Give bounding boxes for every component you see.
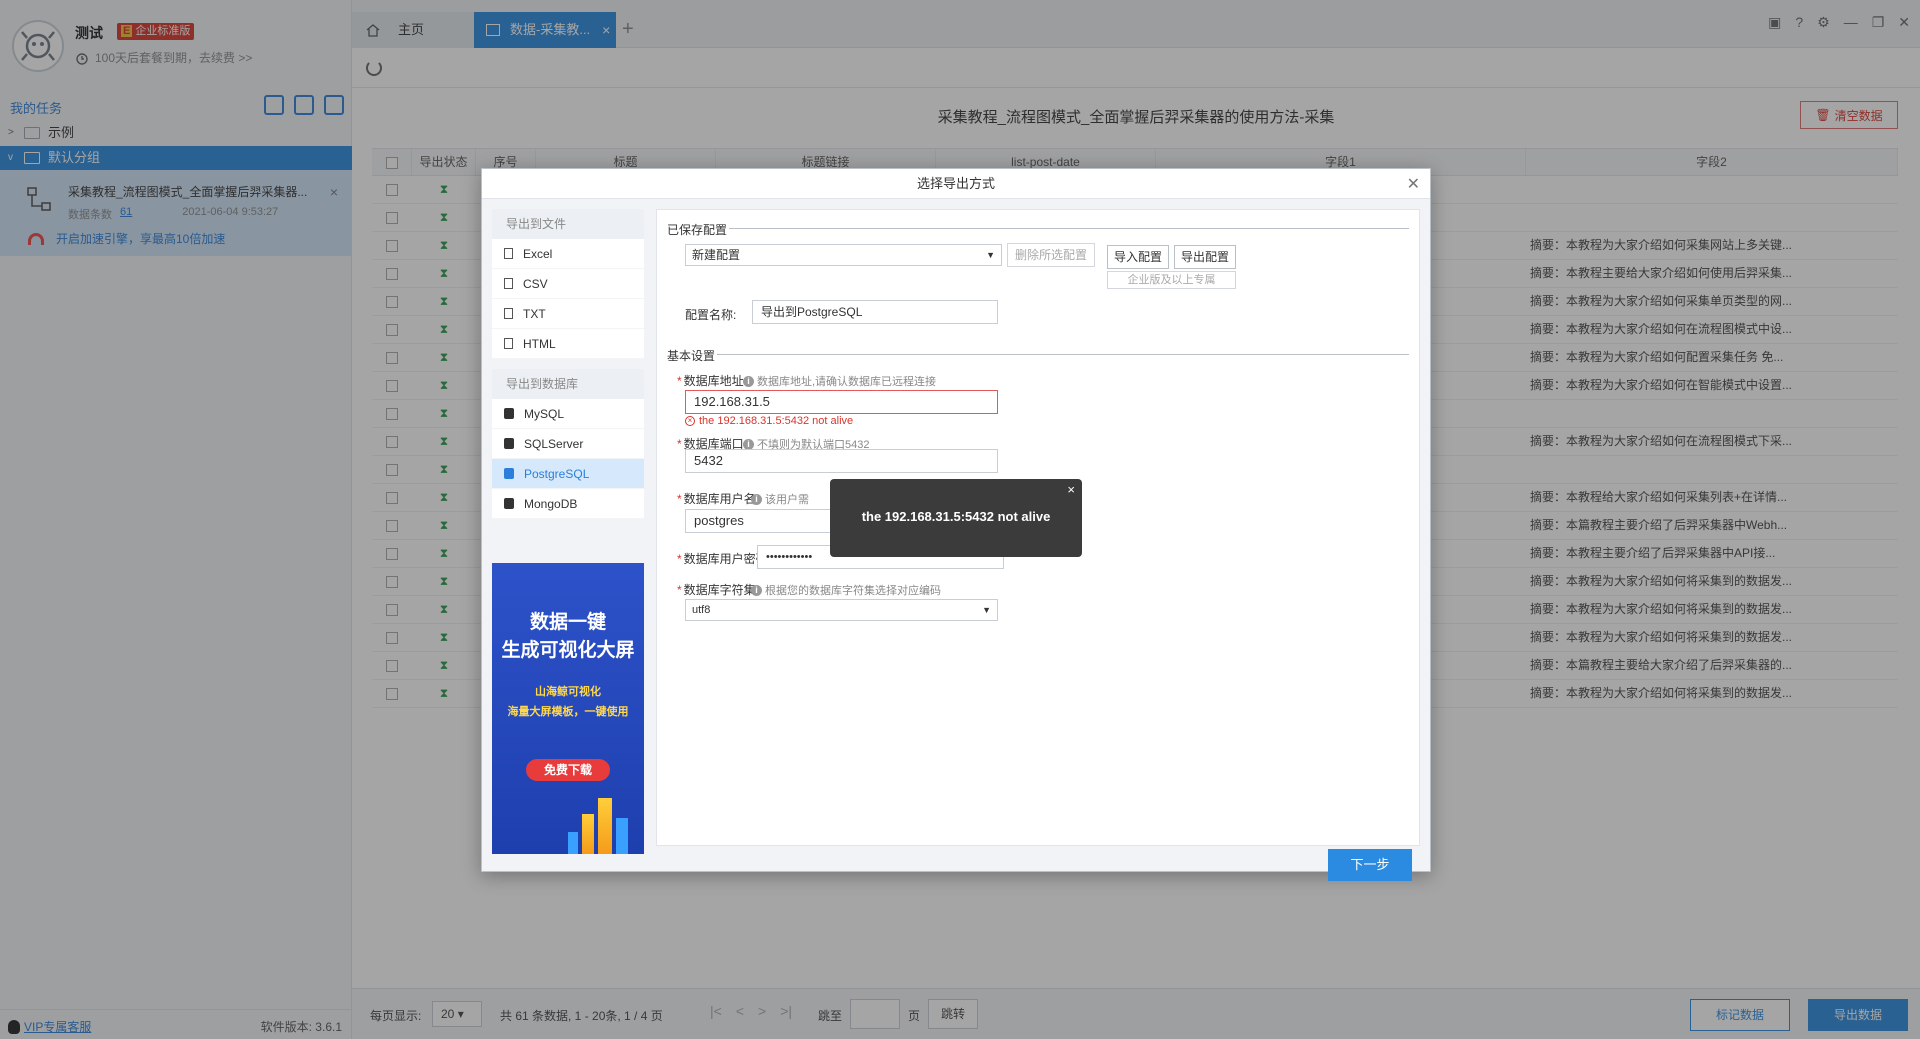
ad-bar-graphic [598,798,612,854]
db-port-input[interactable]: 5432 [685,449,998,473]
close-icon[interactable]: ✕ [1407,174,1420,194]
info-icon: i [743,438,754,450]
saved-config-title: 已保存配置 [667,223,728,237]
export-type-menu: 导出到文件 Excel CSV TXT HTML 导出到数据库 MySQL SQ… [492,209,644,529]
divider [729,228,1409,229]
ad-subtitle-2: 海量大屏模板，一键使用 [507,706,629,718]
file-icon [504,338,513,349]
ad-banner[interactable]: 数据一键 生成可视化大屏 山海鲸可视化 海量大屏模板，一键使用 免费下载 [492,563,644,854]
ad-subtitle: 山海鲸可视化 [535,686,601,698]
db-address-hint: i 数据库地址,请确认数据库已远程连接 [743,373,936,389]
menu-item-mongodb[interactable]: MongoDB [492,489,644,519]
toast-message: the 192.168.31.5:5432 not alive [861,509,1051,524]
file-icon [504,308,513,319]
info-icon: i [751,584,762,596]
close-icon[interactable]: × [1067,482,1075,497]
chevron-down-icon: ▼ [986,250,995,260]
enterprise-note: 企业版及以上专属 [1107,271,1236,289]
group-title: 导出到数据库 [492,369,644,399]
menu-item-excel[interactable]: Excel [492,239,644,269]
config-name-input[interactable]: 导出到PostgreSQL [752,300,998,324]
ad-bar-graphic [568,832,578,854]
divider [717,354,1409,355]
ad-bar-graphic [616,818,628,854]
db-user-label: * 数据库用户名: [677,492,760,506]
menu-item-sqlserver[interactable]: SQLServer [492,429,644,459]
chevron-down-icon: ▼ [982,605,991,615]
db-charset-hint: i 根据您的数据库字符集选择对应编码 [751,582,941,598]
menu-item-mysql[interactable]: MySQL [492,399,644,429]
dialog-title: 选择导出方式 [482,169,1430,199]
menu-item-csv[interactable]: CSV [492,269,644,299]
ad-headline-2: 生成可视化大屏 [501,640,635,661]
file-export-group: 导出到文件 Excel CSV TXT HTML [492,209,644,359]
error-toast: × the 192.168.31.5:5432 not alive [830,479,1082,557]
db-user-hint: i 该用户需 [751,491,809,507]
error-icon: × [685,416,695,426]
next-step-button[interactable]: 下一步 [1328,849,1412,881]
db-address-input[interactable]: 192.168.31.5 [685,390,998,414]
db-address-error: × the 192.168.31.5:5432 not alive [685,415,853,427]
import-config-button[interactable]: 导入配置 [1107,245,1169,269]
database-icon [504,408,514,419]
ad-bar-graphic [582,814,594,854]
ad-download-button[interactable]: 免费下载 [526,759,610,781]
db-charset-select[interactable]: utf8 ▼ [685,599,998,621]
file-icon [504,248,513,259]
database-icon [504,438,514,449]
basic-settings-title: 基本设置 [667,349,716,363]
database-icon [504,498,514,509]
database-icon [504,468,514,479]
ad-headline: 数据一键 [529,612,606,633]
info-icon: i [743,375,754,387]
saved-config-select[interactable]: 新建配置 ▼ [685,244,1002,266]
config-name-label: 配置名称: [685,308,737,322]
delete-config-button[interactable]: 删除所选配置 [1007,243,1095,267]
db-charset-label: * 数据库字符集: [677,583,760,597]
menu-item-txt[interactable]: TXT [492,299,644,329]
menu-item-html[interactable]: HTML [492,329,644,359]
export-config-button[interactable]: 导出配置 [1174,245,1236,269]
group-title: 导出到文件 [492,209,644,239]
menu-item-postgresql[interactable]: PostgreSQL [492,459,644,489]
file-icon [504,278,513,289]
db-export-group: 导出到数据库 MySQL SQLServer PostgreSQL MongoD… [492,369,644,519]
info-icon: i [751,493,762,505]
db-address-label: * 数据库地址: [677,374,748,388]
